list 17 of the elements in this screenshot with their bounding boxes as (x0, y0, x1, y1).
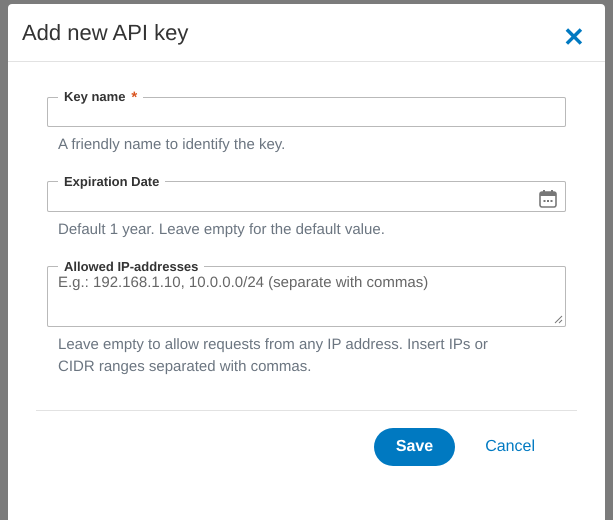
field-hint: Default 1 year. Leave empty for the default value. (57, 220, 386, 240)
date-field[interactable]: Expiration Date (47, 174, 566, 212)
field-label: Allowed IP-addresses (64, 259, 198, 274)
field-hint: A friendly name to identify the key. (57, 135, 286, 155)
calendar-icon[interactable] (539, 189, 557, 208)
dialog-title: Add new API key (22, 20, 188, 46)
resize-handle-icon[interactable] (554, 315, 563, 324)
field-label: Expiration Date (64, 174, 160, 189)
textarea-field[interactable]: Allowed IP-addresses E.g.: 192.168.1.10, 10.0.0.0/24 (separate with commas) (47, 259, 566, 327)
required-mark: * (131, 89, 138, 106)
textarea-input[interactable]: E.g.: 192.168.1.10, 10.0.0.0/24 (separate with commas) (58, 274, 554, 324)
field-label: Key name (64, 89, 126, 106)
close-button[interactable]: ✕ (563, 24, 585, 50)
field-hint: Leave empty to allow requests from any IP address. Insert IPs or CIDR ranges separated with commas. (57, 335, 489, 377)
save-button[interactable]: Save (374, 428, 456, 466)
cancel-link[interactable]: Cancel (485, 428, 535, 466)
input-field[interactable]: Key name * (47, 89, 566, 127)
